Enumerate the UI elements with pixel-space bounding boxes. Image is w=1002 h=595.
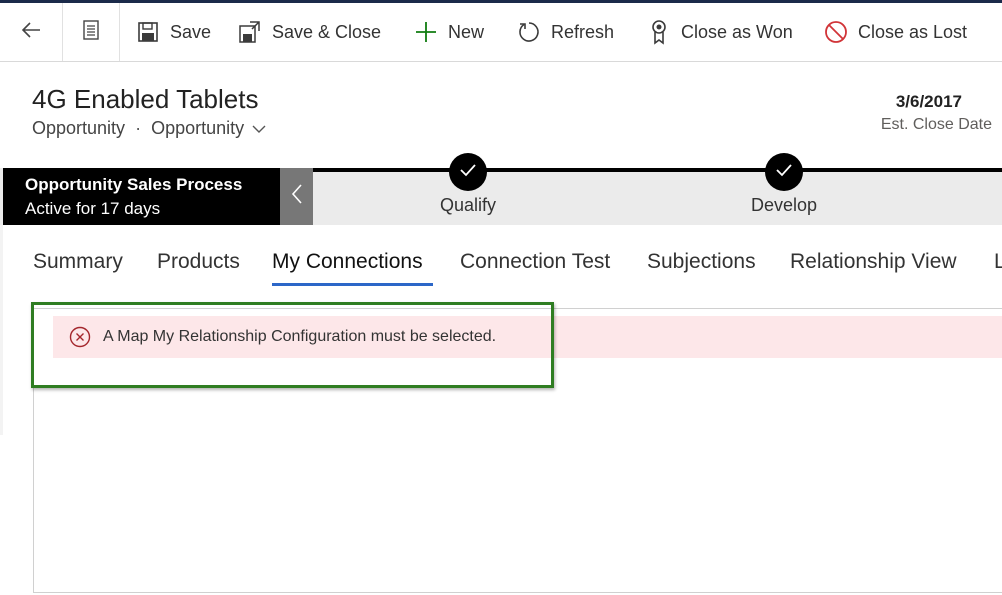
close-as-won-button[interactable]: Close as Won	[647, 3, 793, 61]
new-label: New	[448, 21, 485, 42]
tab-connection-test[interactable]: Connection Test	[460, 250, 610, 274]
save-close-icon	[238, 20, 262, 44]
tab-relationship-view[interactable]: Relationship View	[790, 250, 957, 274]
stage-completed-marker	[765, 153, 803, 191]
checkmark-icon	[460, 163, 476, 182]
tab-my-connections[interactable]: My Connections	[272, 250, 423, 274]
error-circle-icon	[69, 326, 91, 348]
est-close-date-label: Est. Close Date	[880, 116, 992, 133]
tab-products[interactable]: Products	[157, 250, 240, 274]
close-as-won-label: Close as Won	[681, 21, 793, 42]
close-as-lost-label: Close as Lost	[858, 21, 968, 42]
refresh-label: Refresh	[551, 21, 615, 42]
process-name: Opportunity Sales Process	[25, 175, 243, 194]
process-flyout[interactable]: Opportunity Sales Process Active for 17 …	[3, 168, 280, 225]
back-arrow-icon	[20, 19, 42, 46]
new-button[interactable]: New	[414, 3, 484, 61]
form-icon	[81, 19, 101, 46]
tab-subjections[interactable]: Subjections	[647, 250, 756, 274]
command-bar: Save Save & Close New Refresh Close as W…	[0, 3, 1002, 62]
save-button[interactable]: Save	[136, 3, 211, 61]
form-name-selector[interactable]: Opportunity	[151, 118, 244, 139]
record-title: 4G Enabled Tablets	[32, 84, 259, 114]
refresh-button[interactable]: Refresh	[517, 3, 614, 61]
close-as-lost-button[interactable]: Close as Lost	[824, 3, 967, 61]
stage-qualify[interactable]: Qualify	[408, 153, 528, 216]
chevron-down-icon[interactable]	[252, 124, 266, 134]
save-close-button[interactable]: Save & Close	[238, 3, 381, 61]
tab-overflow[interactable]: L	[994, 250, 1002, 274]
active-tab-indicator	[272, 283, 433, 286]
est-close-date-value: 3/6/2017	[895, 92, 962, 111]
stage-label: Develop	[750, 195, 818, 215]
checkmark-icon	[776, 163, 792, 182]
process-collapse-button[interactable]	[280, 168, 313, 225]
divider	[119, 3, 120, 61]
error-message: A Map My Relationship Configuration must…	[103, 328, 497, 345]
stage-develop[interactable]: Develop	[724, 153, 844, 216]
left-edge-strip	[0, 225, 3, 435]
tab-summary[interactable]: Summary	[33, 250, 123, 274]
stage-completed-marker	[449, 153, 487, 191]
award-icon	[647, 20, 671, 45]
process-active-duration: Active for 17 days	[25, 199, 161, 218]
form-selector-button[interactable]	[63, 3, 119, 61]
subtitle-separator: ·	[135, 118, 142, 138]
entity-name: Opportunity	[32, 118, 126, 138]
record-subtitle: Opportunity · Opportunity	[32, 118, 266, 139]
prohibited-icon	[824, 20, 848, 44]
save-close-label: Save & Close	[272, 21, 382, 42]
back-button[interactable]	[0, 3, 62, 61]
chevron-left-icon	[291, 183, 303, 210]
save-icon	[136, 20, 160, 44]
stage-label: Qualify	[439, 195, 497, 215]
plus-icon	[414, 20, 438, 44]
refresh-icon	[517, 20, 541, 44]
error-notification: A Map My Relationship Configuration must…	[53, 316, 1002, 358]
save-label: Save	[170, 21, 212, 42]
